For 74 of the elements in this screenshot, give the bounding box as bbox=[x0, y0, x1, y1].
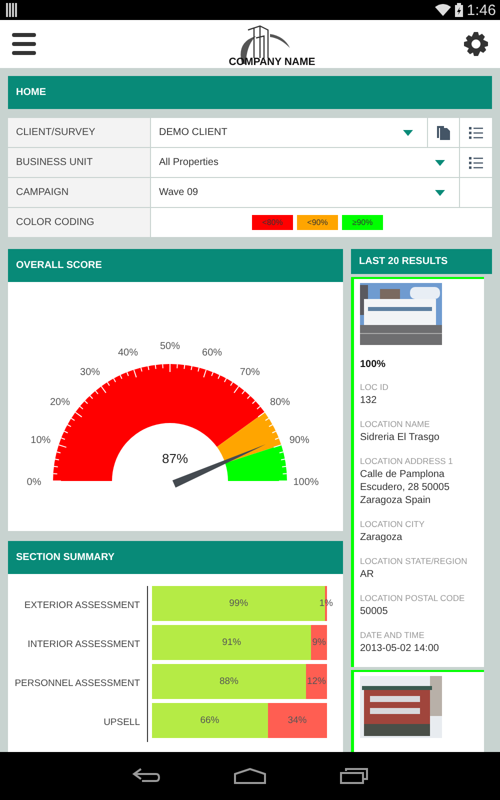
gauge-tick-label: 90% bbox=[289, 434, 310, 446]
filter-label: CAMPAIGN bbox=[8, 178, 150, 207]
field-label: LOC ID bbox=[360, 382, 390, 392]
field-label: LOCATION POSTAL CODE bbox=[360, 593, 466, 603]
list-button[interactable] bbox=[460, 148, 492, 177]
category-label: PERSONNEL ASSESSMENT bbox=[8, 664, 148, 703]
result-score: 100% bbox=[360, 359, 387, 370]
gauge-tick-label: 70% bbox=[240, 366, 260, 378]
panel-title: LAST 20 RESULTS bbox=[359, 256, 448, 267]
gauge-tick-label: 0% bbox=[26, 477, 42, 488]
value-label: 91% bbox=[222, 637, 242, 648]
copy-icon bbox=[436, 126, 450, 140]
field-value: 2013-05-02 14:00 bbox=[360, 642, 440, 655]
gauge-reading: 87% bbox=[162, 451, 188, 466]
menu-icon[interactable] bbox=[12, 33, 36, 55]
gauge-tick-label: 20% bbox=[50, 397, 70, 408]
filter-label: BUSINESS UNIT bbox=[8, 148, 150, 177]
color-legend-chip: <80% bbox=[252, 215, 293, 230]
category-label: EXTERIOR ASSESSMENT bbox=[8, 586, 148, 625]
dropdown-field[interactable]: Wave 09 bbox=[151, 178, 459, 207]
filter-label: CLIENT/SURVEY bbox=[8, 118, 150, 147]
field-value: Sidreria El Trasgo bbox=[360, 431, 440, 444]
copy-button[interactable] bbox=[428, 118, 459, 147]
value-label: 1% bbox=[319, 598, 333, 609]
list-button[interactable] bbox=[460, 118, 492, 147]
home-title: HOME bbox=[16, 87, 46, 98]
panel-title: SECTION SUMMARY bbox=[16, 552, 115, 563]
gauge-tick-label: 10% bbox=[30, 434, 51, 446]
value-label: 34% bbox=[288, 715, 307, 726]
clock-time: 1:46 bbox=[466, 2, 496, 18]
result-card[interactable] bbox=[351, 277, 484, 667]
field-value: Zaragoza bbox=[360, 531, 404, 544]
value-label: 66% bbox=[200, 715, 220, 726]
field-value: 50005 bbox=[360, 605, 389, 618]
gauge-tick-label: 40% bbox=[118, 348, 138, 359]
field-label: LOCATION NAME bbox=[360, 419, 431, 429]
filter-label: COLOR CODING bbox=[8, 208, 150, 237]
recents-icon[interactable] bbox=[340, 768, 368, 784]
caret-icon bbox=[435, 190, 445, 196]
field-label: LOCATION CITY bbox=[360, 519, 426, 529]
category-label: INTERIOR ASSESSMENT bbox=[8, 625, 148, 664]
field-value: 132 bbox=[360, 394, 378, 407]
list-icon bbox=[469, 126, 483, 138]
battery-icon bbox=[454, 3, 463, 17]
value-label: 9% bbox=[312, 637, 326, 648]
gauge-tick-label: 50% bbox=[160, 341, 180, 352]
gauge-tick-label: 30% bbox=[80, 366, 100, 378]
dropdown-field[interactable]: DEMO CLIENT bbox=[151, 118, 427, 147]
field-value: Calle de Pamplona Escudero, 28 50005 Zaragoza Spain bbox=[360, 468, 451, 507]
value-label: 88% bbox=[219, 676, 238, 687]
field-label: LOCATION STATE/REGION bbox=[360, 556, 468, 566]
dropdown-field[interactable]: All Properties bbox=[151, 148, 459, 177]
color-legend-chip: <90% bbox=[297, 215, 338, 230]
caret-icon bbox=[403, 130, 413, 136]
result-card[interactable] bbox=[351, 670, 484, 752]
company-name: COMPANY NAME bbox=[228, 56, 316, 68]
value-label: 99% bbox=[229, 598, 248, 609]
back-icon[interactable] bbox=[132, 768, 160, 784]
barcode-icon bbox=[6, 3, 18, 17]
settings-icon[interactable] bbox=[464, 32, 488, 56]
field-label: DATE AND TIME bbox=[360, 630, 426, 640]
field-value: AR bbox=[360, 568, 375, 581]
gauge-tick-label: 100% bbox=[293, 477, 319, 488]
home-icon[interactable] bbox=[234, 768, 266, 784]
list-icon bbox=[469, 156, 483, 168]
panel-title: OVERALL SCORE bbox=[16, 260, 102, 271]
gauge-tick-label: 80% bbox=[270, 397, 290, 408]
field-label: LOCATION ADDRESS 1 bbox=[360, 456, 454, 466]
color-legend-chip: ≥90% bbox=[342, 215, 383, 230]
gauge-tick-label: 60% bbox=[202, 348, 222, 359]
wifi-icon bbox=[434, 4, 451, 16]
category-label: UPSELL bbox=[8, 703, 148, 742]
value-label: 12% bbox=[306, 676, 326, 687]
caret-icon bbox=[435, 160, 445, 166]
